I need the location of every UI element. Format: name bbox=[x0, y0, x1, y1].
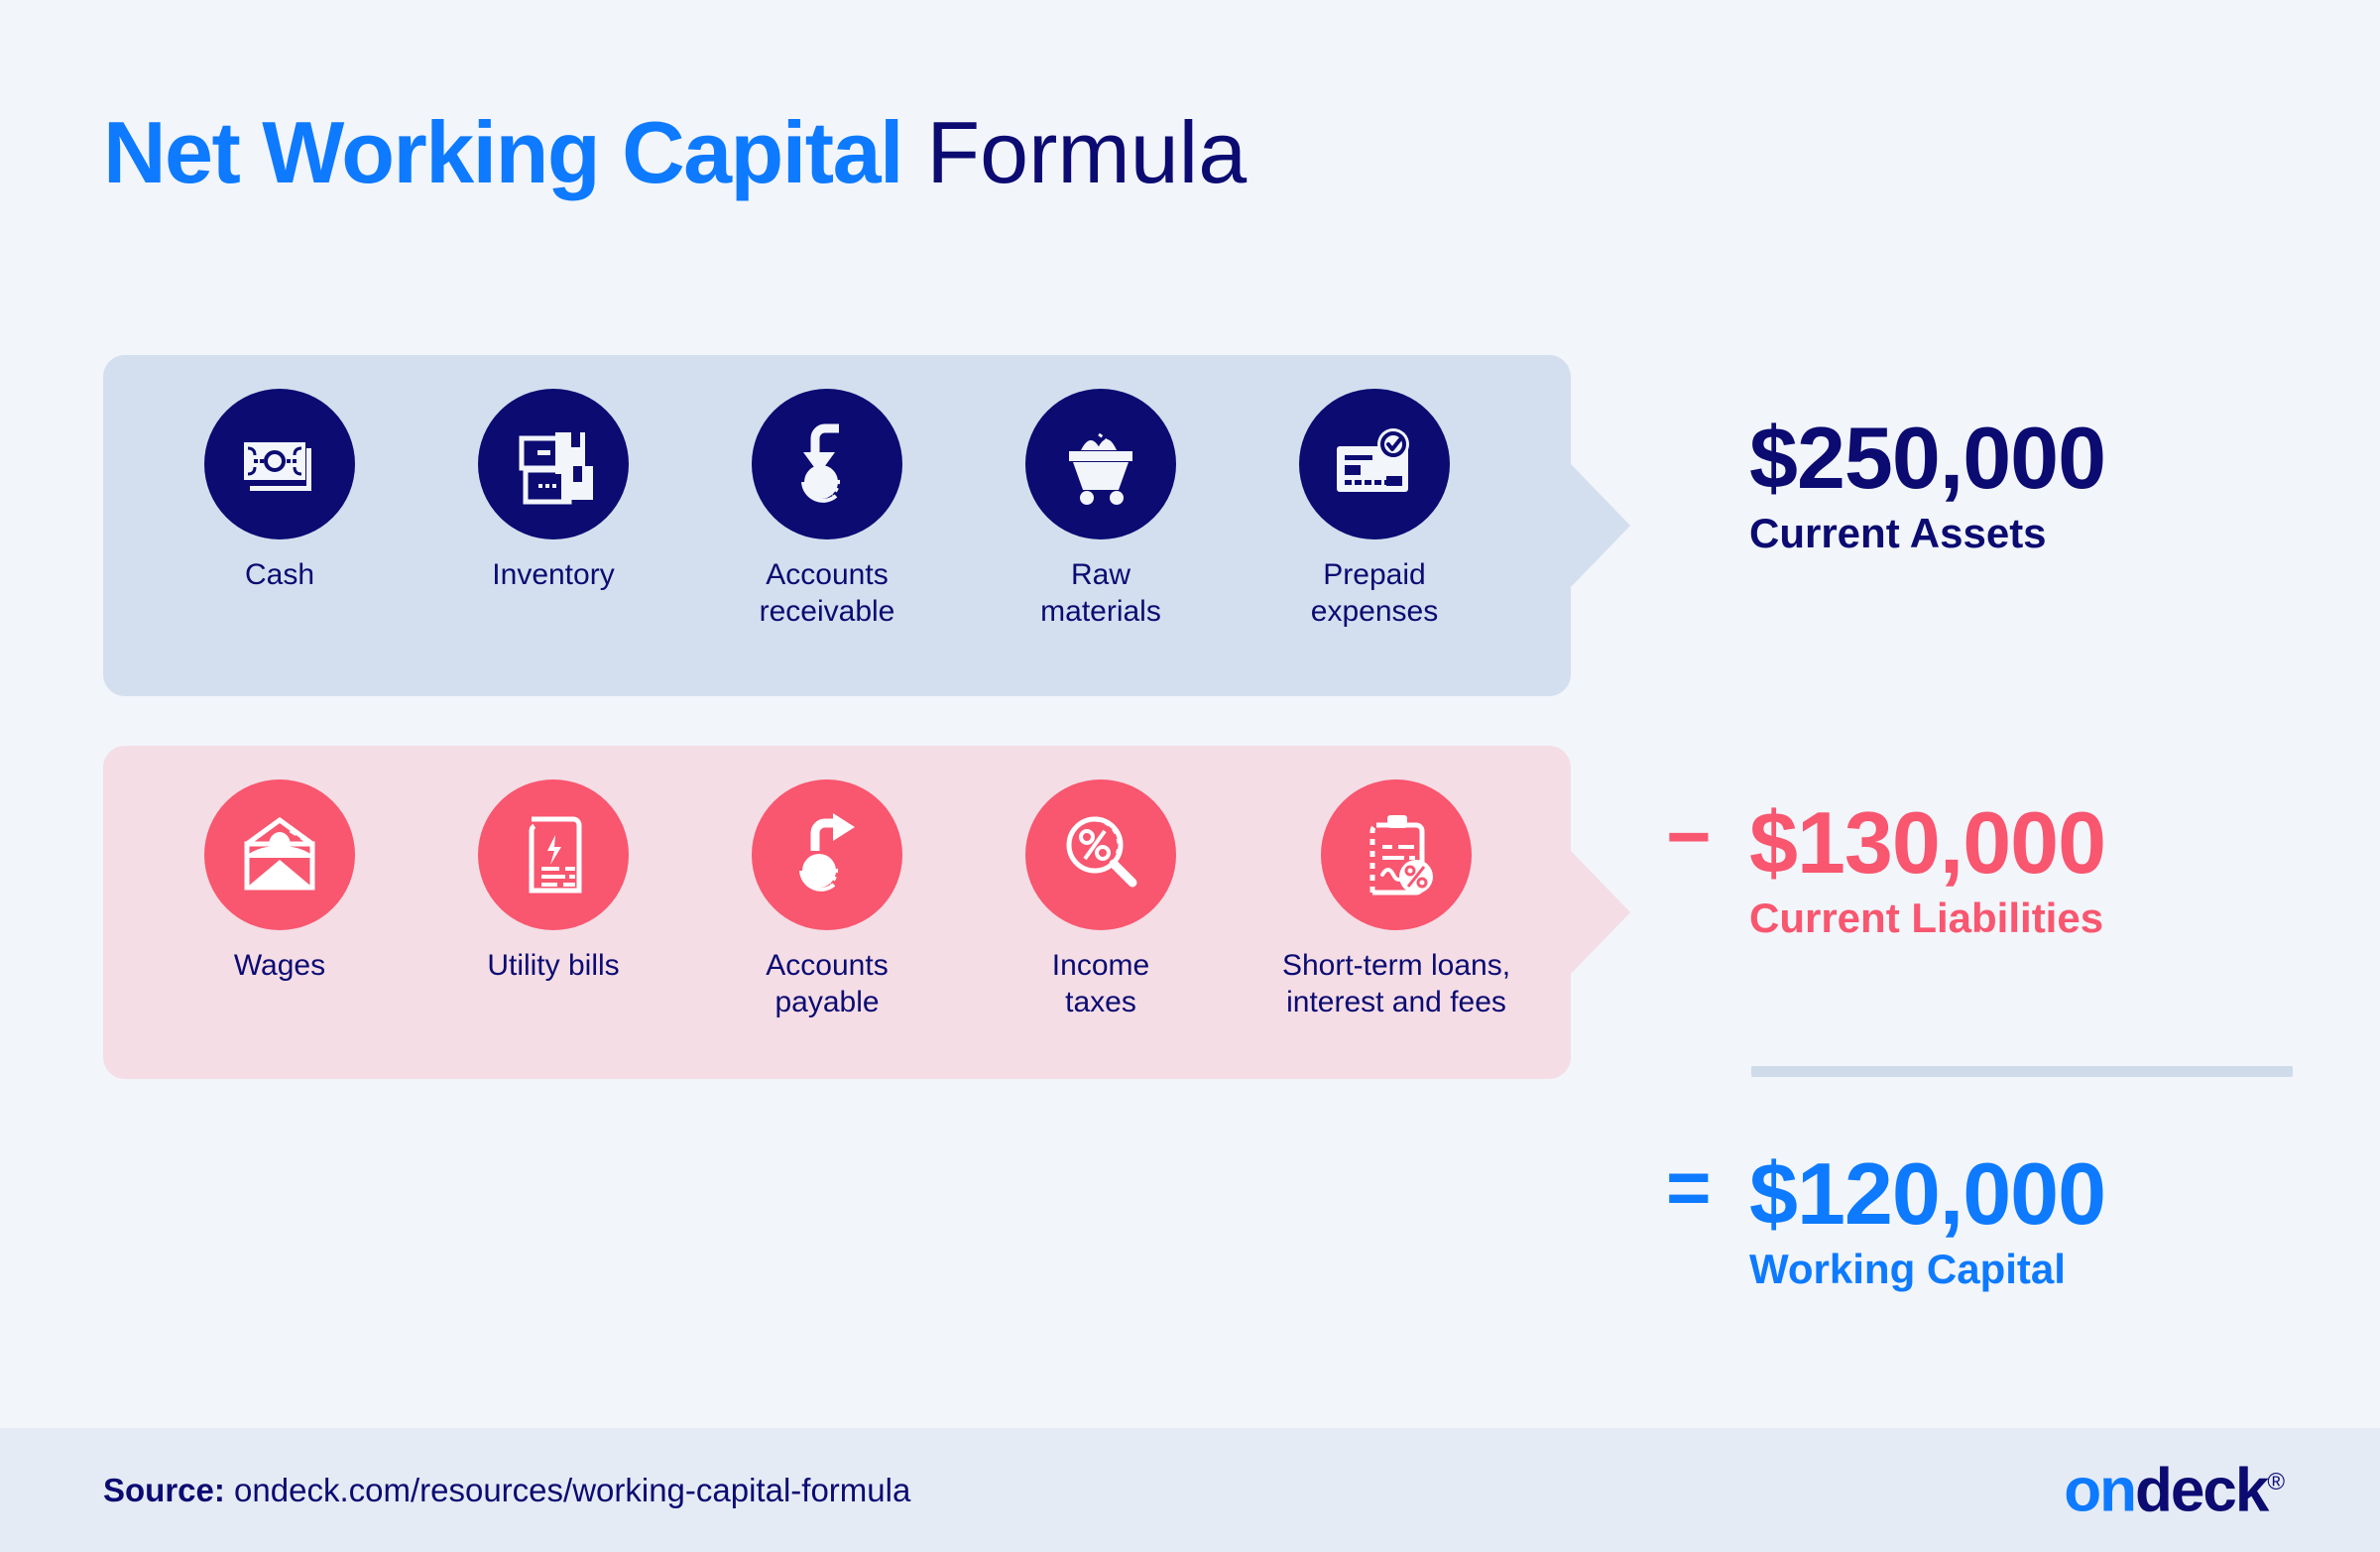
equals-operator: = bbox=[1666, 1143, 1712, 1231]
liability-item-label: Short-term loans, interest and fees bbox=[1281, 949, 1511, 1018]
banknote-icon bbox=[204, 389, 355, 539]
arrow-into-coin-icon bbox=[752, 389, 902, 539]
asset-item-label: Cash bbox=[244, 558, 315, 591]
liability-item-label: Utility bills bbox=[487, 949, 620, 982]
asset-item-raw-materials[interactable]: Raw materials bbox=[964, 389, 1238, 630]
registered-mark-icon: ® bbox=[2267, 1468, 2285, 1495]
ondeck-logo[interactable]: ondeck® bbox=[2064, 1455, 2285, 1525]
liability-item-utility-bills[interactable]: Utility bills bbox=[416, 779, 690, 985]
working-capital-amount: $120,000 bbox=[1749, 1144, 2106, 1243]
asset-item-accounts-receivable[interactable]: Accounts receivable bbox=[690, 389, 964, 630]
boxes-icon bbox=[478, 389, 629, 539]
asset-item-label: Raw materials bbox=[1040, 558, 1161, 628]
liability-item-wages[interactable]: Wages bbox=[143, 779, 416, 985]
liability-item-short-term-loans[interactable]: Short-term loans, interest and fees bbox=[1238, 779, 1555, 1020]
asset-item-label: Inventory bbox=[492, 558, 615, 591]
liability-item-label: Accounts payable bbox=[766, 949, 889, 1018]
asset-item-label: Accounts receivable bbox=[759, 558, 895, 628]
working-capital-result: = $120,000 Working Capital bbox=[1666, 1143, 2106, 1296]
source-label: Source: bbox=[103, 1471, 225, 1508]
card-check-icon bbox=[1299, 389, 1450, 539]
current-assets-result: $250,000 Current Assets bbox=[1666, 409, 2106, 560]
logo-deck: deck bbox=[2134, 1456, 2269, 1524]
source-line: Source: ondeck.com/resources/working-cap… bbox=[103, 1472, 910, 1509]
asset-item-prepaid-expenses[interactable]: Prepaid expenses bbox=[1238, 389, 1511, 630]
current-liabilities-panel: Wages Utility bills Accounts payable Inc… bbox=[103, 746, 1630, 1079]
liabilities-amount: $130,000 bbox=[1749, 793, 2106, 892]
liability-item-income-taxes[interactable]: Income taxes bbox=[964, 779, 1238, 1020]
source-url: ondeck.com/resources/working-capital-for… bbox=[224, 1471, 911, 1508]
liabilities-arrow-icon bbox=[1571, 851, 1630, 974]
liabilities-caption: Current Liabilities bbox=[1749, 895, 2104, 941]
assets-caption: Current Assets bbox=[1749, 510, 2047, 556]
page-title-accent: Net Working Capital bbox=[103, 103, 903, 201]
assets-arrow-icon bbox=[1571, 464, 1630, 587]
asset-item-label: Prepaid expenses bbox=[1310, 558, 1439, 628]
liabilities-item-list: Wages Utility bills Accounts payable Inc… bbox=[103, 746, 1571, 1079]
minus-operator: − bbox=[1666, 792, 1712, 880]
asset-item-cash[interactable]: Cash bbox=[143, 389, 416, 594]
magnifier-percent-icon bbox=[1025, 779, 1176, 930]
logo-on: on bbox=[2064, 1456, 2137, 1524]
mine-cart-icon bbox=[1025, 389, 1176, 539]
working-capital-caption: Working Capital bbox=[1749, 1246, 2066, 1292]
invoice-bolt-icon bbox=[478, 779, 629, 930]
clipboard-percent-icon bbox=[1321, 779, 1472, 930]
liability-item-label: Wages bbox=[233, 949, 326, 982]
page-title: Net Working Capital Formula bbox=[103, 106, 1247, 198]
liability-item-accounts-payable[interactable]: Accounts payable bbox=[690, 779, 964, 1020]
page-title-light: Formula bbox=[901, 103, 1248, 201]
arrow-out-coin-icon bbox=[752, 779, 902, 930]
assets-amount: $250,000 bbox=[1749, 409, 2106, 507]
assets-item-list: Cash Inventory Accounts receivable Raw m… bbox=[103, 355, 1571, 696]
envelope-person-icon bbox=[204, 779, 355, 930]
result-divider bbox=[1751, 1066, 2293, 1077]
liability-item-label: Income taxes bbox=[1051, 949, 1150, 1018]
asset-item-inventory[interactable]: Inventory bbox=[416, 389, 690, 594]
current-liabilities-result: − $130,000 Current Liabilities bbox=[1666, 792, 2106, 945]
footer-bar: Source: ondeck.com/resources/working-cap… bbox=[0, 1428, 2380, 1552]
current-assets-panel: Cash Inventory Accounts receivable Raw m… bbox=[103, 355, 1630, 696]
